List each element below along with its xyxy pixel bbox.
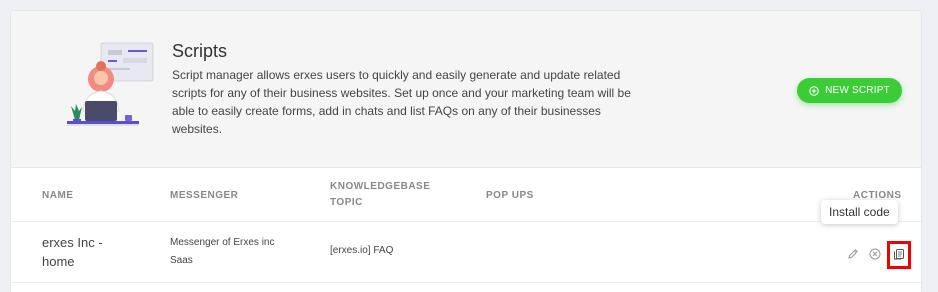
script-knowledgebase-topic: [erxes.io] FAQ xyxy=(330,245,394,256)
person-at-desk-illustration xyxy=(67,42,154,126)
script-messenger: Messenger of Erxes inc Saas xyxy=(170,237,275,266)
install-code-tooltip: Install code xyxy=(821,200,898,224)
plus-circle-icon xyxy=(809,85,819,96)
script-name: erxes Inc - home xyxy=(42,235,103,269)
page-title: Scripts xyxy=(172,41,228,61)
edit-icon[interactable] xyxy=(847,248,859,260)
column-header-messenger: MESSENGER xyxy=(170,190,239,201)
new-script-button[interactable]: NEW SCRIPT xyxy=(797,78,902,103)
new-script-label: NEW SCRIPT xyxy=(825,85,890,96)
column-header-pop-ups: POP UPS xyxy=(486,190,534,201)
page-description: Script manager allows erxes users to qui… xyxy=(172,68,631,136)
install-code-highlight xyxy=(887,241,911,269)
column-header-knowledgebase-topic: KNOWLEDGEBASE TOPIC xyxy=(330,181,431,208)
delete-icon[interactable] xyxy=(869,248,881,260)
table-header: NAME MESSENGER KNOWLEDGEBASE TOPIC POP U… xyxy=(11,169,921,222)
column-header-name: NAME xyxy=(42,190,74,201)
page-header: Scripts Script manager allows erxes user… xyxy=(11,11,921,168)
table-row: erxes Inc - home Messenger of Erxes inc … xyxy=(11,222,921,283)
scripts-card: Scripts Script manager allows erxes user… xyxy=(10,10,922,292)
